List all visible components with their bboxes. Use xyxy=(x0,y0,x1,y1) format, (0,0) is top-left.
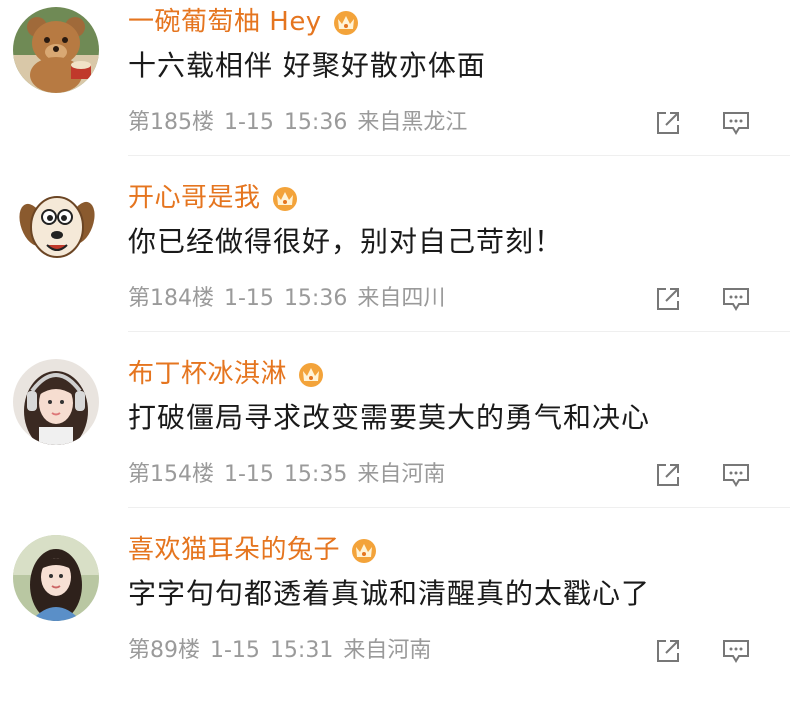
share-button[interactable] xyxy=(651,634,685,668)
crown-badge-icon xyxy=(349,536,379,564)
comment-text: 打破僵局寻求改变需要莫大的勇气和决心 xyxy=(128,401,651,434)
comment-date: 1-15 xyxy=(210,638,260,663)
comment-item: 喜欢猫耳朵的兔子 字字句句都透着真诚和清醒真的太戳心了 第89楼 1-15 15… xyxy=(0,528,790,704)
floor-number: 第154楼 xyxy=(128,462,214,487)
comment-date: 1-15 xyxy=(224,462,274,487)
comment-time: 15:35 xyxy=(283,462,348,487)
share-button[interactable] xyxy=(651,458,685,492)
divider xyxy=(128,155,790,156)
comment-location: 来自河南 xyxy=(357,462,446,487)
reply-button[interactable] xyxy=(719,634,753,668)
comment-time: 15:31 xyxy=(269,638,334,663)
floor-number: 第185楼 xyxy=(128,110,214,135)
comment-item: 一碗葡萄柚 Hey 十六载相伴 好聚好散亦体面 第185楼 1-15 15:36… xyxy=(0,0,790,176)
comment-icon xyxy=(723,112,749,135)
comment-meta: 第185楼 1-15 15:36 来自黑龙江 xyxy=(128,105,467,141)
avatar[interactable] xyxy=(13,359,99,445)
crown-badge-icon xyxy=(270,184,300,212)
comment-meta: 第89楼 1-15 15:31 来自河南 xyxy=(128,633,431,669)
comment-meta: 第184楼 1-15 15:36 来自四川 xyxy=(128,281,445,317)
girl-portrait-avatar-image xyxy=(13,535,99,621)
comment-text: 十六载相伴 好聚好散亦体面 xyxy=(128,49,486,82)
avatar[interactable] xyxy=(13,7,99,93)
comment-icon xyxy=(723,464,749,487)
comment-location: 来自四川 xyxy=(357,286,446,311)
comment-time: 15:36 xyxy=(283,286,348,311)
comment-icon xyxy=(723,288,749,311)
crown-badge-icon xyxy=(331,8,361,36)
username[interactable]: 喜欢猫耳朵的兔子 xyxy=(128,530,340,570)
girl-headphones-avatar-image xyxy=(13,359,99,445)
floor-number: 第184楼 xyxy=(128,286,214,311)
comment-location: 来自河南 xyxy=(343,638,432,663)
comment-text: 你已经做得很好，别对自己苛刻！ xyxy=(128,225,564,258)
divider xyxy=(128,331,790,332)
crown-badge-icon xyxy=(296,360,326,388)
share-icon xyxy=(657,640,679,662)
avatar[interactable] xyxy=(13,183,99,269)
share-icon xyxy=(657,112,679,134)
teddy-bear-avatar-image xyxy=(13,7,99,93)
comment-item: 布丁杯冰淇淋 打破僵局寻求改变需要莫大的勇气和决心 第154楼 1-15 15:… xyxy=(0,352,790,528)
username[interactable]: 一碗葡萄柚 Hey xyxy=(128,2,322,42)
comment-icon xyxy=(723,640,749,663)
name-row: 开心哥是我 xyxy=(128,178,300,218)
name-row: 布丁杯冰淇淋 xyxy=(128,354,326,394)
floor-number: 第89楼 xyxy=(128,638,200,663)
comment-item: 开心哥是我 你已经做得很好，别对自己苛刻！ 第184楼 1-15 15:36 来… xyxy=(0,176,790,352)
reply-button[interactable] xyxy=(719,282,753,316)
share-button[interactable] xyxy=(651,106,685,140)
username[interactable]: 开心哥是我 xyxy=(128,178,261,218)
share-button[interactable] xyxy=(651,282,685,316)
divider xyxy=(128,507,790,508)
reply-button[interactable] xyxy=(719,458,753,492)
username[interactable]: 布丁杯冰淇淋 xyxy=(128,354,287,394)
reply-button[interactable] xyxy=(719,106,753,140)
cartoon-dog-avatar-image xyxy=(13,183,99,269)
comment-date: 1-15 xyxy=(224,110,274,135)
comment-date: 1-15 xyxy=(224,286,274,311)
share-icon xyxy=(657,464,679,486)
avatar[interactable] xyxy=(13,535,99,621)
comment-location: 来自黑龙江 xyxy=(357,110,468,135)
name-row: 喜欢猫耳朵的兔子 xyxy=(128,530,379,570)
comment-time: 15:36 xyxy=(283,110,348,135)
comment-text: 字字句句都透着真诚和清醒真的太戳心了 xyxy=(128,577,651,610)
share-icon xyxy=(657,288,679,310)
comment-meta: 第154楼 1-15 15:35 来自河南 xyxy=(128,457,445,493)
name-row: 一碗葡萄柚 Hey xyxy=(128,2,361,42)
